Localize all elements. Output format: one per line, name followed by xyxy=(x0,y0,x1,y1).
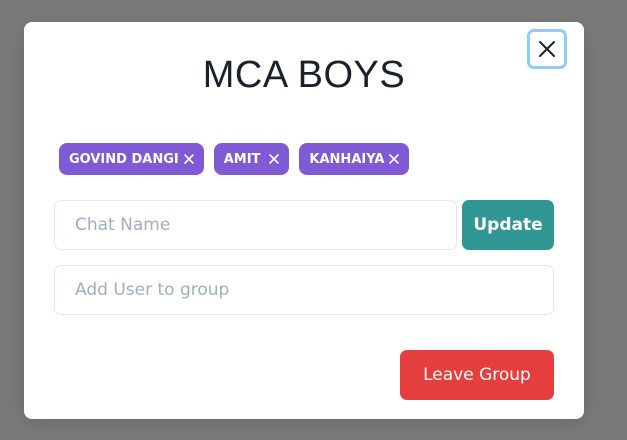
member-tag: KANHAIYA xyxy=(299,143,410,175)
member-tag-label: KANHAIYA xyxy=(309,151,385,167)
update-button[interactable]: Update xyxy=(462,200,554,250)
member-tag: GOVIND DANGI xyxy=(59,143,204,175)
remove-member-button[interactable] xyxy=(183,153,195,165)
member-tag: AMIT xyxy=(213,143,290,175)
close-icon xyxy=(183,154,194,164)
close-icon xyxy=(269,154,280,164)
chat-name-input[interactable] xyxy=(54,200,457,250)
member-tag-label: GOVIND DANGI xyxy=(69,151,179,167)
leave-group-button[interactable]: Leave Group xyxy=(400,350,554,400)
close-icon xyxy=(389,154,400,164)
modal-title: MCA BOYS xyxy=(202,54,406,96)
group-settings-modal: MCA BOYS GOVIND DANGI AMIT KANHAIYA Chat… xyxy=(24,22,584,419)
add-user-input[interactable] xyxy=(54,265,554,315)
member-tags: GOVIND DANGI AMIT KANHAIYA xyxy=(59,143,410,175)
member-tag-label: AMIT xyxy=(223,151,261,167)
remove-member-button[interactable] xyxy=(388,153,400,165)
remove-member-button[interactable] xyxy=(268,153,280,165)
